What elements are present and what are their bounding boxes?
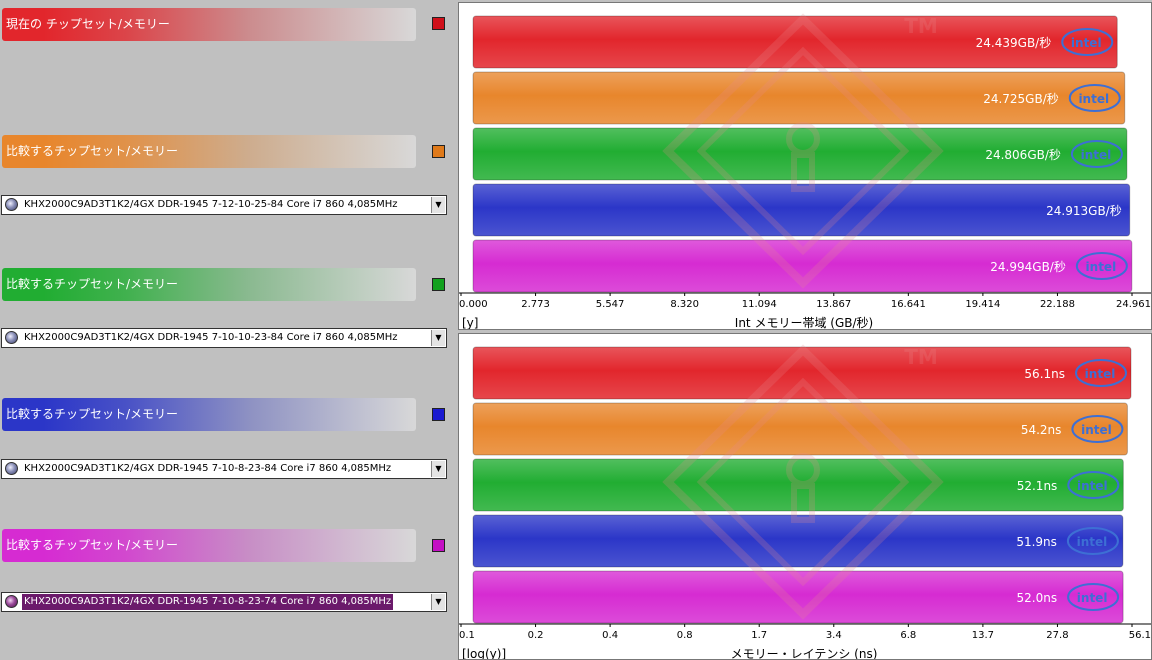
x-tick-label: 0.4 [602, 630, 618, 641]
bar-value-label: 24.725GB/秒 [983, 92, 1059, 106]
bar-value-label: 24.913GB/秒 [1046, 204, 1122, 218]
x-tick-label: 56.1 [1129, 630, 1151, 641]
x-tick-label: 6.8 [900, 630, 916, 641]
compare-3-select-value: KHX2000C9AD3T1K2/4GX DDR-1945 7-10-8-23-… [24, 463, 392, 474]
legend-compare-4-color-swatch[interactable] [432, 539, 445, 552]
x-tick-label: 0.000 [459, 299, 488, 310]
dropdown-arrow-icon[interactable]: ▼ [431, 594, 445, 610]
svg-text:intel: intel [1077, 591, 1108, 605]
x-tick-label: 24.961 [1116, 299, 1151, 310]
dropdown-arrow-icon[interactable]: ▼ [431, 197, 445, 213]
legend-current-color-swatch[interactable] [432, 17, 445, 30]
trademark-label: TM [904, 14, 938, 38]
memory-bandwidth-chart-svg: 24.439GB/秒 intel 24.725GB/秒 intel 24.806GB/秒… [459, 13, 1151, 330]
legend-panel: 現在の チップセット/メモリー 比較するチップセット/メモリー KHX2000C… [0, 0, 452, 660]
legend-compare-4-label: 比較するチップセット/メモリー [6, 538, 179, 552]
legend-current-label: 現在の チップセット/メモリー [6, 17, 170, 31]
x-axis-title: Int メモリー帯域 (GB/秒) [735, 316, 873, 330]
memory-bandwidth-chart: 24.439GB/秒 intel 24.725GB/秒 intel 24.806GB/秒… [458, 2, 1152, 330]
x-tick-label: 27.8 [1046, 630, 1068, 641]
bar-value-label: 24.806GB/秒 [985, 148, 1061, 162]
bar-value-label: 56.1ns [1024, 367, 1065, 381]
legend-compare-1-color-swatch[interactable] [432, 145, 445, 158]
memory-module-icon [5, 198, 18, 211]
x-tick-label: 0.2 [528, 630, 544, 641]
legend-compare-1-band: 比較するチップセット/メモリー [2, 135, 416, 168]
compare-4-select-value: KHX2000C9AD3T1K2/4GX DDR-1945 7-10-8-23-… [20, 593, 395, 611]
x-tick-label: 22.188 [1040, 299, 1075, 310]
legend-compare-3-band: 比較するチップセット/メモリー [2, 398, 416, 431]
x-axis-title: メモリー・レイテンシ (ns) [731, 647, 878, 660]
x-tick-label: 11.094 [742, 299, 777, 310]
memory-module-icon [5, 331, 18, 344]
trademark-label: TM [904, 345, 938, 369]
x-tick-label: 13.867 [816, 299, 851, 310]
x-tick-label: 1.7 [751, 630, 767, 641]
legend-compare-2-band: 比較するチップセット/メモリー [2, 268, 416, 301]
bar-value-label: 24.994GB/秒 [990, 260, 1066, 274]
memory-latency-chart-svg: 56.1ns intel 54.2ns intel 52.1ns intel 51.9ns i… [459, 344, 1151, 660]
x-tick-label: 19.414 [965, 299, 1000, 310]
axis-scale-label: [log(y)] [462, 647, 506, 660]
svg-text:intel: intel [1078, 92, 1109, 106]
svg-text:intel: intel [1086, 260, 1117, 274]
dropdown-arrow-icon[interactable]: ▼ [431, 330, 445, 346]
x-tick-label: 3.4 [826, 630, 842, 641]
dropdown-arrow-icon[interactable]: ▼ [431, 461, 445, 477]
svg-text:intel: intel [1077, 535, 1108, 549]
compare-2-select-value: KHX2000C9AD3T1K2/4GX DDR-1945 7-10-10-23… [24, 332, 398, 343]
legend-compare-3-label: 比較するチップセット/メモリー [6, 407, 179, 421]
bar-value-label: 54.2ns [1021, 423, 1062, 437]
compare-3-select[interactable]: KHX2000C9AD3T1K2/4GX DDR-1945 7-10-8-23-… [1, 459, 447, 479]
compare-1-select[interactable]: KHX2000C9AD3T1K2/4GX DDR-1945 7-12-10-25… [1, 195, 447, 215]
legend-compare-4-band: 比較するチップセット/メモリー [2, 529, 416, 562]
axis-scale-label: [y] [462, 316, 478, 330]
legend-compare-2-color-swatch[interactable] [432, 278, 445, 291]
x-tick-label: 8.320 [670, 299, 699, 310]
x-tick-label: 2.773 [521, 299, 550, 310]
svg-text:intel: intel [1085, 367, 1116, 381]
memory-module-icon [5, 595, 18, 608]
legend-compare-1-label: 比較するチップセット/メモリー [6, 144, 179, 158]
bar-value-label: 24.439GB/秒 [976, 36, 1052, 50]
x-tick-label: 16.641 [891, 299, 926, 310]
svg-text:intel: intel [1081, 148, 1112, 162]
x-tick-label: 13.7 [972, 630, 994, 641]
compare-1-select-value: KHX2000C9AD3T1K2/4GX DDR-1945 7-12-10-25… [24, 199, 398, 210]
legend-current-band: 現在の チップセット/メモリー [2, 8, 416, 41]
memory-module-icon [5, 462, 18, 475]
compare-2-select[interactable]: KHX2000C9AD3T1K2/4GX DDR-1945 7-10-10-23… [1, 328, 447, 348]
legend-compare-2-label: 比較するチップセット/メモリー [6, 277, 179, 291]
legend-compare-3-color-swatch[interactable] [432, 408, 445, 421]
x-tick-label: 5.547 [596, 299, 625, 310]
svg-text:intel: intel [1081, 423, 1112, 437]
bar-value-label: 51.9ns [1016, 535, 1057, 549]
x-tick-label: 0.8 [677, 630, 693, 641]
bar-value-label: 52.0ns [1017, 591, 1058, 605]
x-tick-label: 0.1 [459, 630, 475, 641]
svg-text:intel: intel [1071, 36, 1102, 50]
bar-value-label: 52.1ns [1017, 479, 1058, 493]
compare-4-select[interactable]: KHX2000C9AD3T1K2/4GX DDR-1945 7-10-8-23-… [1, 592, 447, 612]
memory-latency-chart: 56.1ns intel 54.2ns intel 52.1ns intel 51.9ns i… [458, 333, 1152, 660]
svg-text:intel: intel [1077, 479, 1108, 493]
